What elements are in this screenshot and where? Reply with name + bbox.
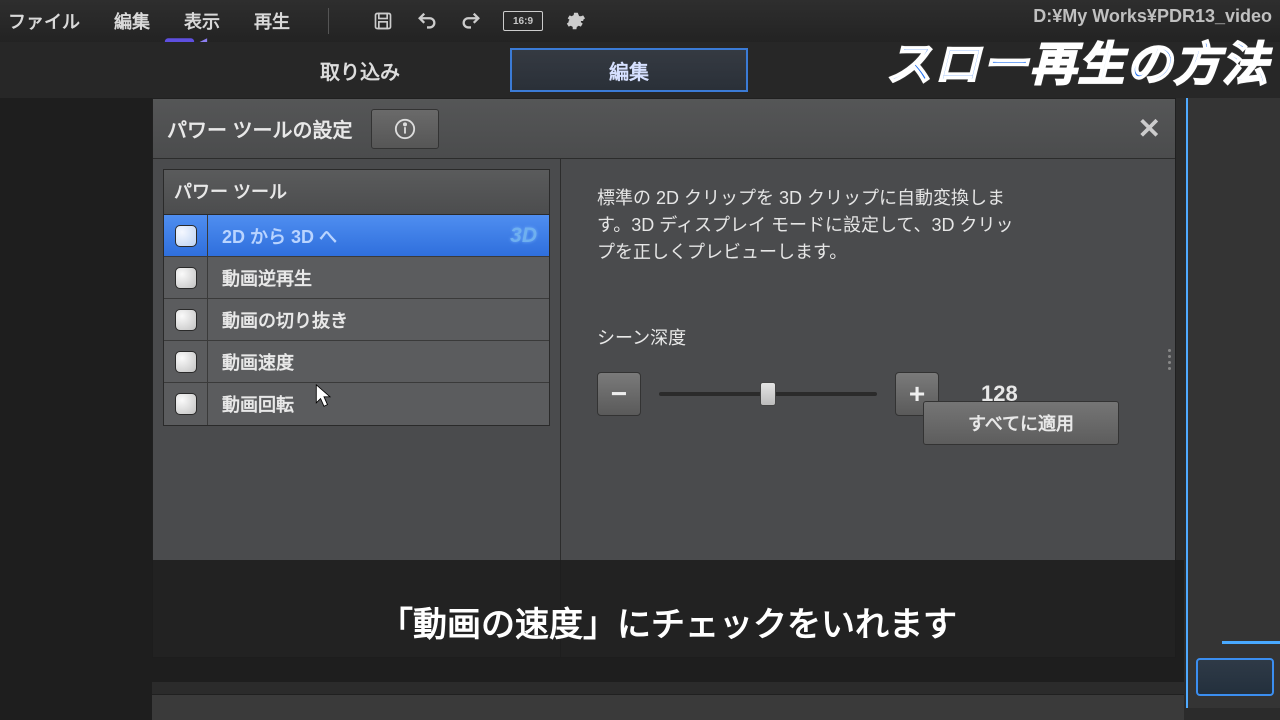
checkbox[interactable] (164, 383, 208, 425)
checkbox[interactable] (164, 257, 208, 298)
app-root: ファイル 編集 表示 再生 16:9 D:¥My Works¥PDR13_vid… (0, 0, 1280, 720)
tool-row-speed[interactable]: 動画速度 (164, 341, 549, 383)
panel-title: パワー ツールの設定 (167, 114, 353, 143)
badge-3d-icon: 3D (510, 224, 537, 248)
settings-icon[interactable] (563, 9, 587, 33)
menu-edit[interactable]: 編集 (114, 8, 150, 34)
redo-icon[interactable] (459, 9, 483, 33)
left-strip (0, 0, 152, 720)
tab-edit[interactable]: 編集 (510, 48, 748, 92)
tool-label: 動画逆再生 (208, 265, 549, 291)
menu-play[interactable]: 再生 (254, 8, 290, 34)
subtitle-bar: 「動画の速度」にチェックをいれます (152, 560, 1184, 682)
menu-file[interactable]: ファイル (8, 8, 80, 34)
minus-button[interactable]: − (597, 372, 641, 416)
tool-row-2d-to-3d[interactable]: 2D から 3D へ 3D (164, 215, 549, 257)
toolbar-icons: 16:9 (371, 9, 587, 33)
main-menu: ファイル 編集 表示 再生 16:9 (8, 8, 587, 34)
tool-list-header: パワー ツール (164, 170, 549, 215)
cursor-icon (315, 384, 333, 408)
tool-description: 標準の 2D クリップを 3D クリップに自動変換します。3D ディスプレイ モ… (597, 185, 1017, 266)
aspect-ratio-icon[interactable]: 16:9 (503, 11, 543, 31)
panel-header: パワー ツールの設定 ✕ (153, 99, 1175, 159)
info-button[interactable] (371, 109, 439, 149)
preview-pane (1186, 98, 1280, 708)
apply-all-button[interactable]: すべてに適用 (923, 401, 1119, 445)
slider-track[interactable] (659, 392, 877, 396)
tool-label: 動画回転 (208, 391, 549, 417)
close-icon[interactable]: ✕ (1138, 112, 1161, 145)
project-path: D:¥My Works¥PDR13_video (1033, 6, 1272, 27)
tool-label: 動画速度 (208, 349, 549, 375)
timeline-area (152, 694, 1184, 720)
preview-action-button[interactable] (1196, 658, 1274, 696)
tool-label: 2D から 3D へ (208, 223, 510, 249)
tool-row-reverse[interactable]: 動画逆再生 (164, 257, 549, 299)
separator (328, 8, 329, 34)
slider-label: シーン深度 (597, 324, 1139, 350)
overlay-title: スロー再生の方法 (886, 28, 1270, 94)
slider-thumb[interactable] (760, 382, 776, 406)
tool-label: 動画の切り抜き (208, 307, 549, 333)
checkbox[interactable] (164, 341, 208, 382)
undo-icon[interactable] (415, 9, 439, 33)
tab-import[interactable]: 取り込み (320, 56, 400, 85)
tool-list: パワー ツール 2D から 3D へ 3D 動画逆再生 動画の切り抜き (163, 169, 550, 426)
progress-line (1222, 641, 1280, 644)
tool-row-crop[interactable]: 動画の切り抜き (164, 299, 549, 341)
checkbox[interactable] (164, 299, 208, 340)
checkbox[interactable] (164, 215, 208, 256)
resize-grip-icon[interactable] (1168, 349, 1171, 370)
subtitle-text: 「動画の速度」にチェックをいれます (379, 597, 957, 646)
tool-row-rotate[interactable]: 動画回転 (164, 383, 549, 425)
save-icon[interactable] (371, 9, 395, 33)
